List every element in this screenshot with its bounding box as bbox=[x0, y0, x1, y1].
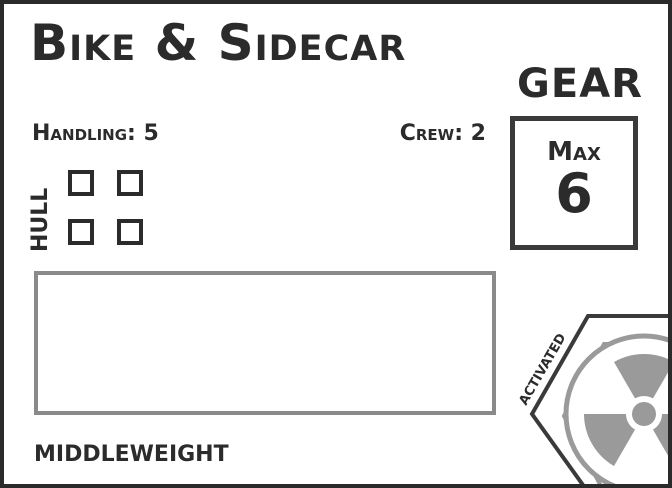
weight-class-label: MIDDLEWEIGHT bbox=[34, 442, 229, 467]
hull-checkbox-1[interactable] bbox=[68, 170, 94, 196]
handling-stat: Handling: 5 bbox=[32, 121, 159, 146]
hull-checkbox-2[interactable] bbox=[117, 170, 143, 196]
rules-text-area bbox=[34, 271, 496, 415]
gear-max-value: 6 bbox=[555, 162, 593, 225]
hull-checkbox-4[interactable] bbox=[117, 219, 143, 245]
vehicle-card: Bike & Sidecar GEAR Max 6 Handling: 5 Cr… bbox=[0, 0, 672, 488]
activated-hex-token[interactable]: ACTIVATED bbox=[504, 294, 672, 488]
gear-label: GEAR bbox=[517, 61, 643, 107]
hull-label: HULL bbox=[28, 187, 53, 252]
crew-stat: Crew: 2 bbox=[399, 121, 486, 146]
gear-box: Max 6 bbox=[510, 116, 638, 250]
hull-checkbox-3[interactable] bbox=[68, 219, 94, 245]
card-title: Bike & Sidecar bbox=[30, 14, 407, 72]
